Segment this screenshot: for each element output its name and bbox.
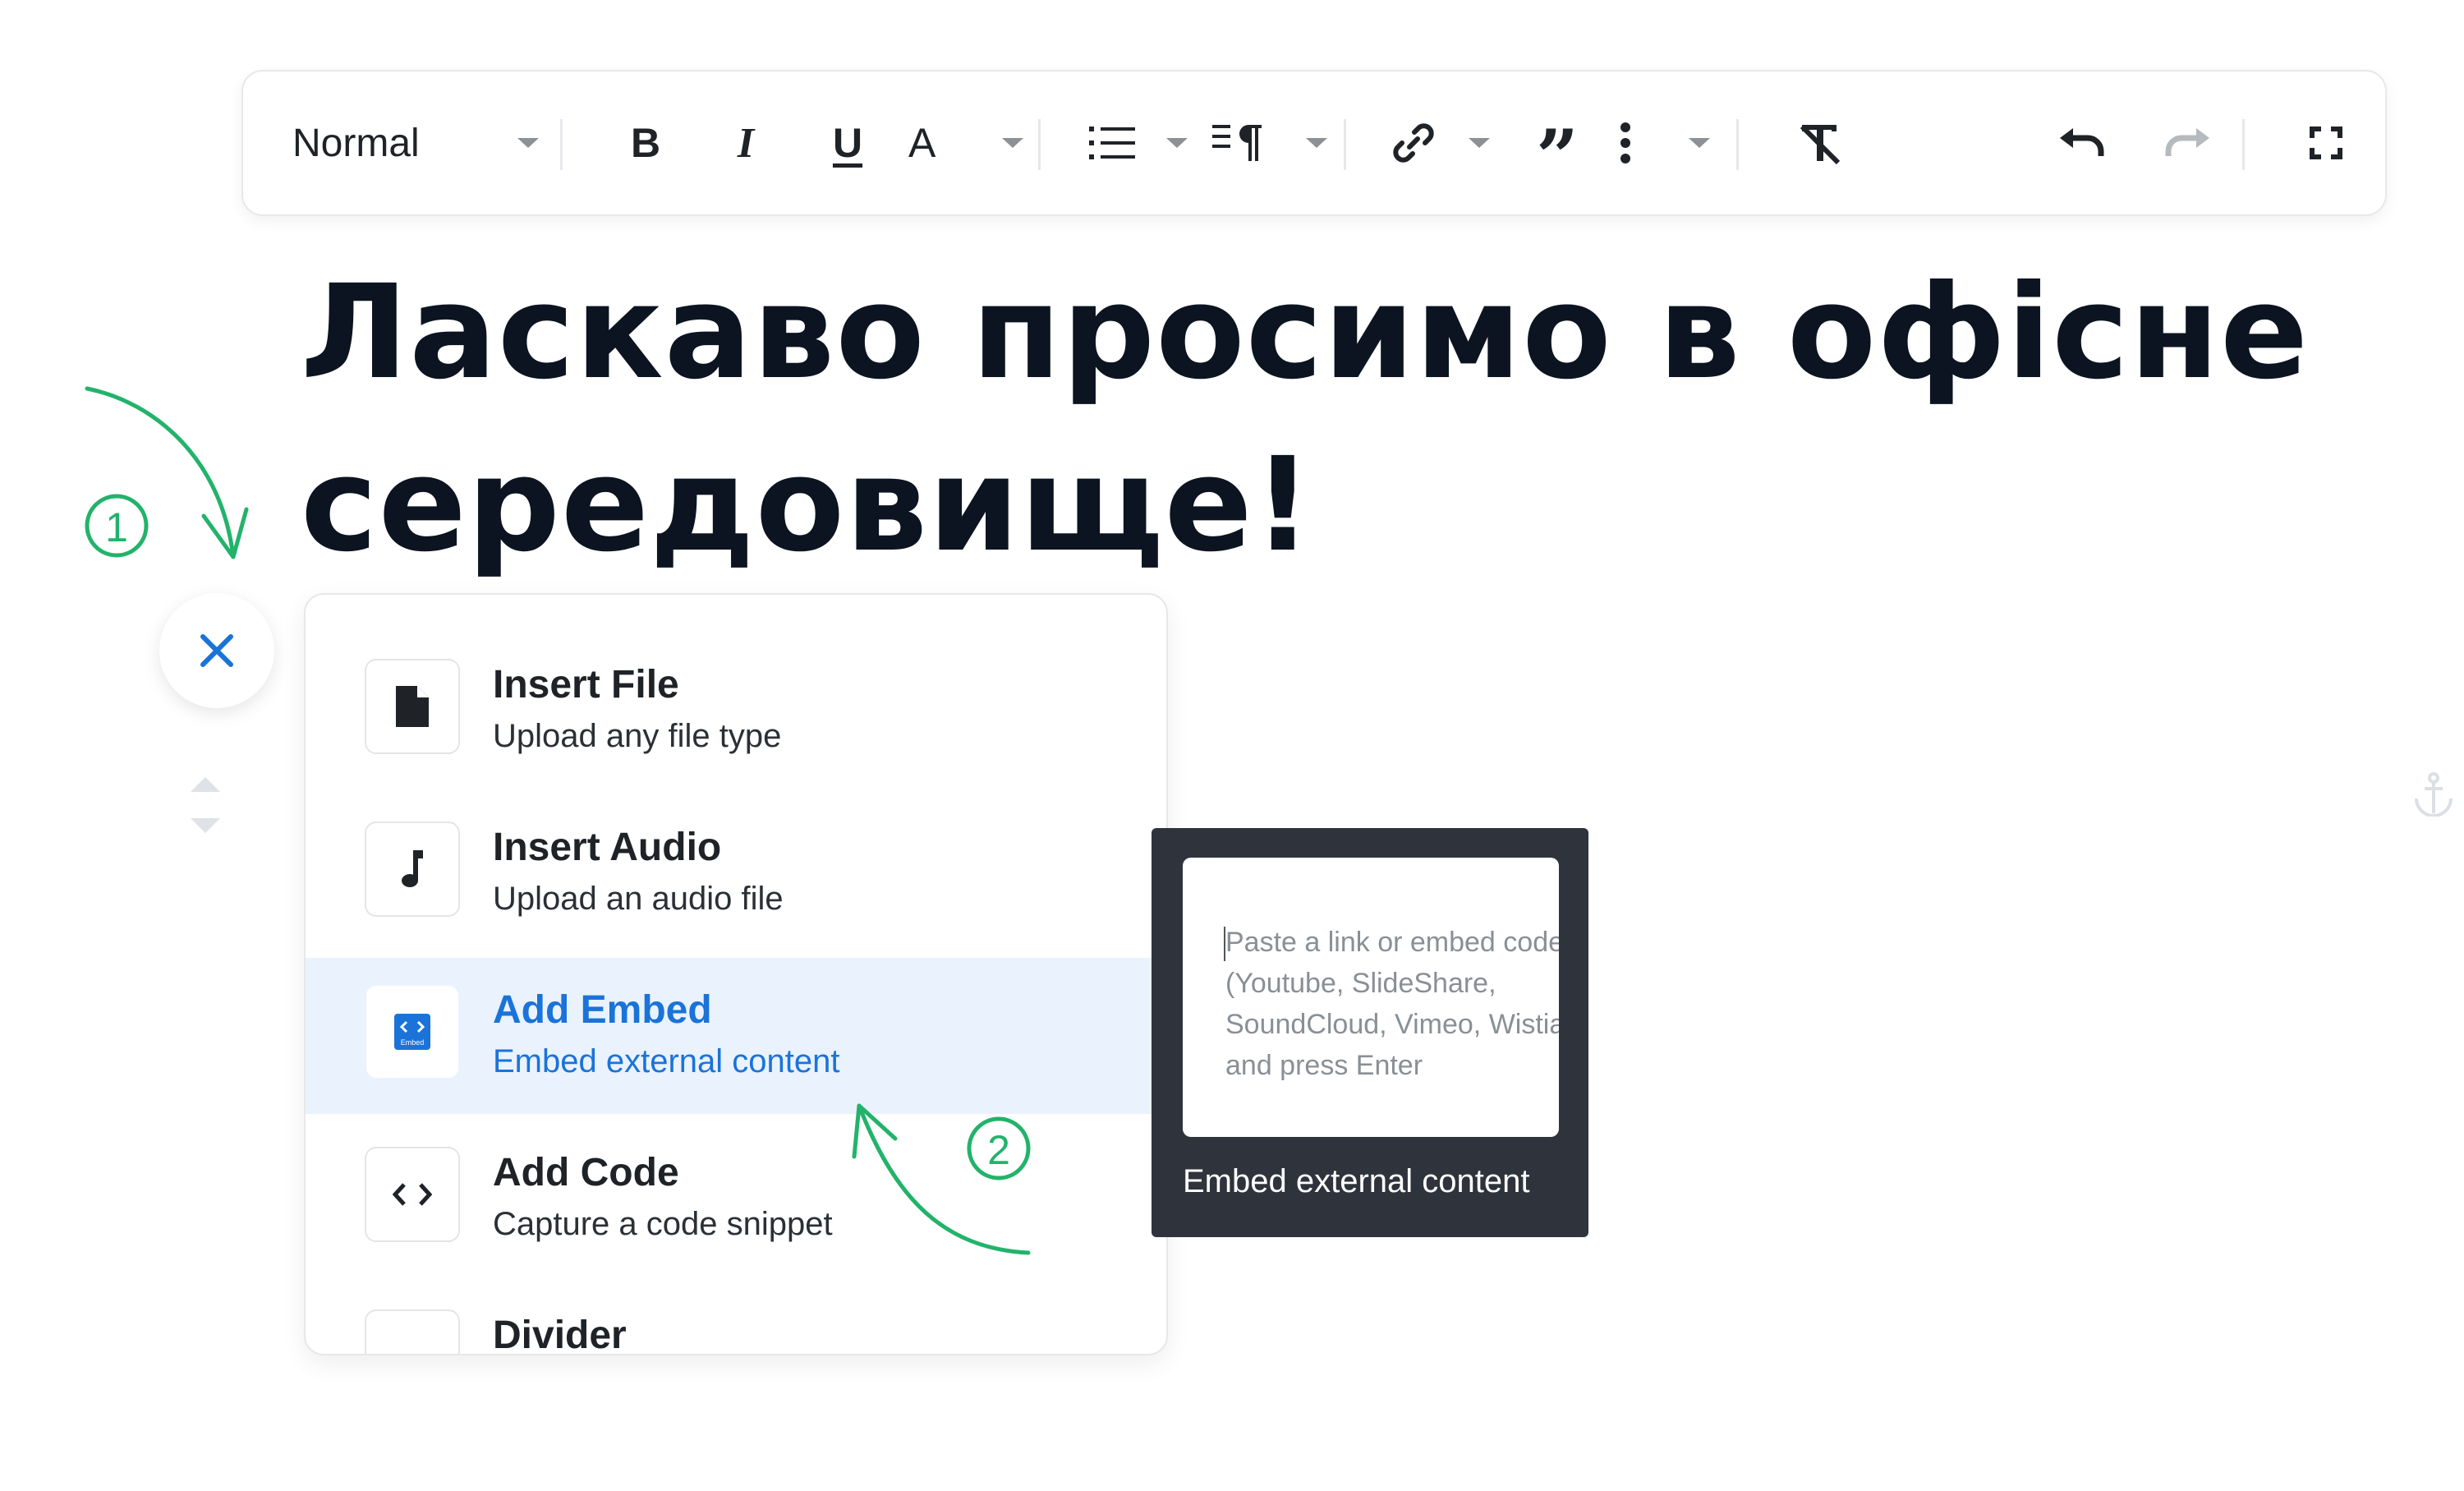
step-1-label: 1 [105,504,128,550]
step-2-label: 2 [987,1127,1010,1173]
tutorial-annotations: 1 2 [85,386,1031,1255]
